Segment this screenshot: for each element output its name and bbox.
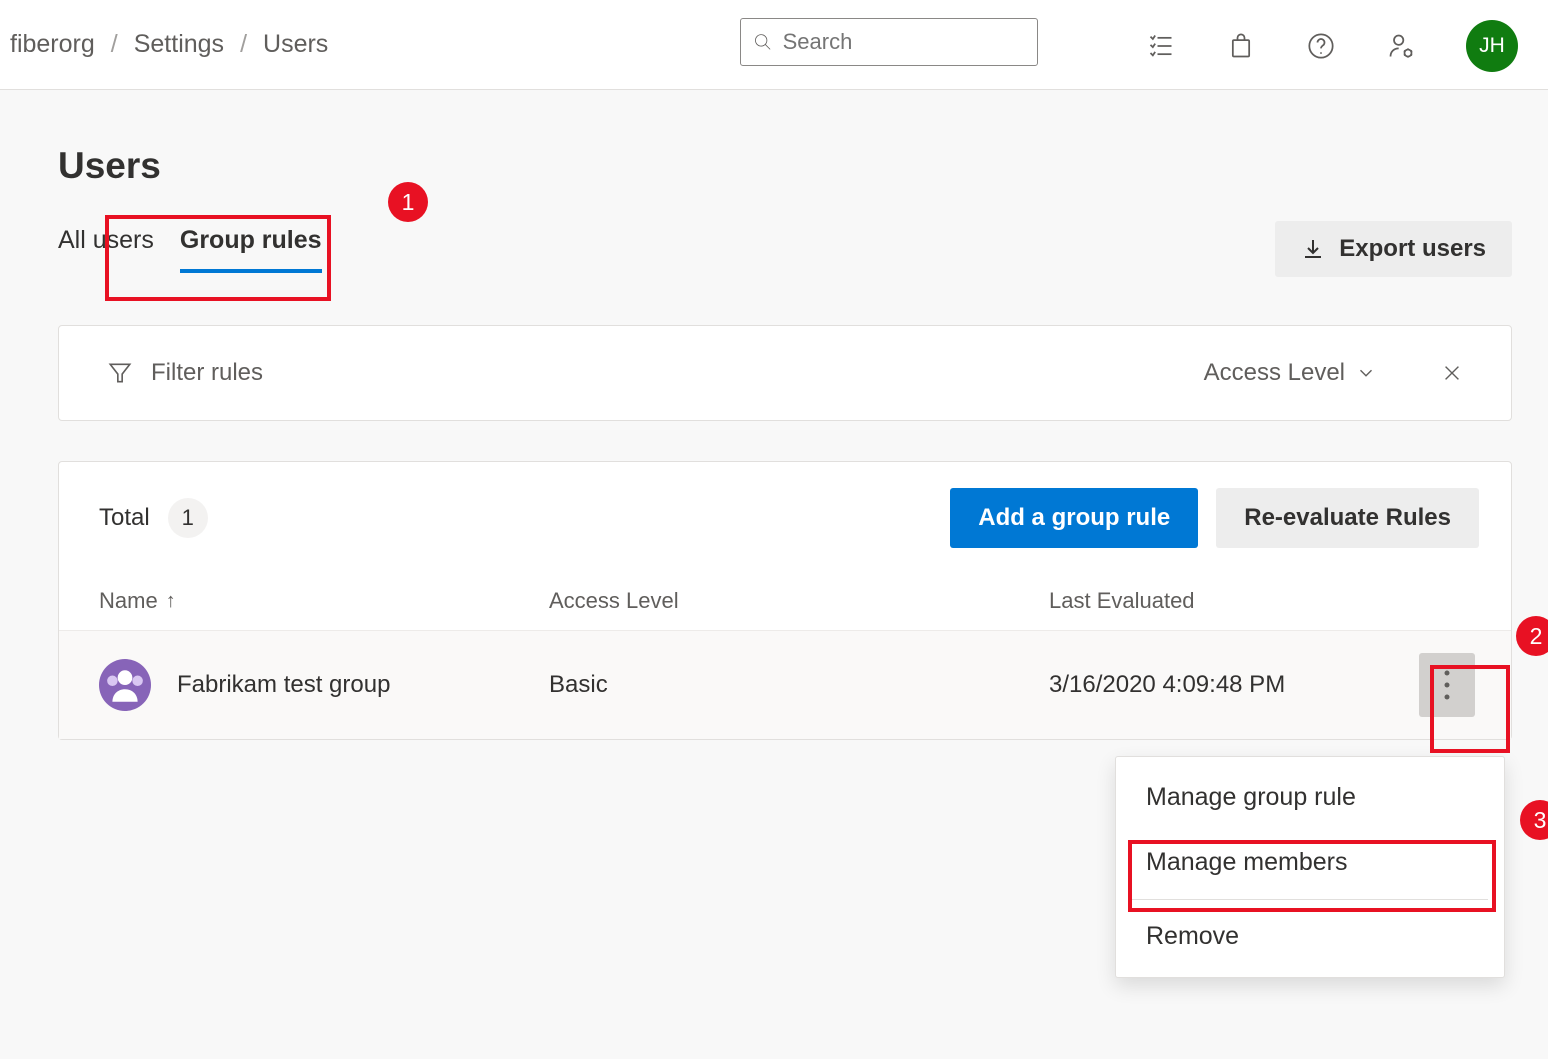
access-level-dropdown[interactable]: Access Level xyxy=(1204,359,1377,387)
filter-input[interactable]: Filter rules xyxy=(107,359,263,387)
filter-icon xyxy=(107,360,133,386)
more-actions-button[interactable] xyxy=(1419,653,1475,717)
column-access-level[interactable]: Access Level xyxy=(549,588,1049,614)
row-access: Basic xyxy=(549,671,1049,699)
annotation-badge-3: 3 xyxy=(1520,800,1548,840)
list-icon[interactable] xyxy=(1146,31,1176,61)
user-settings-icon[interactable] xyxy=(1386,31,1416,61)
menu-manage-members[interactable]: Manage members xyxy=(1116,830,1504,895)
close-icon[interactable] xyxy=(1441,362,1463,384)
access-level-label: Access Level xyxy=(1204,359,1345,387)
add-group-rule-button[interactable]: Add a group rule xyxy=(950,488,1198,548)
top-header: fiberorg / Settings / Users JH xyxy=(0,0,1548,90)
menu-separator xyxy=(1132,899,1488,900)
export-users-label: Export users xyxy=(1339,235,1486,263)
search-box[interactable] xyxy=(740,18,1038,66)
menu-remove[interactable]: Remove xyxy=(1116,904,1504,969)
breadcrumb-users[interactable]: Users xyxy=(263,30,328,59)
breadcrumb-sep: / xyxy=(111,30,118,59)
help-icon[interactable] xyxy=(1306,31,1336,61)
search-input[interactable] xyxy=(783,29,1025,55)
filter-placeholder: Filter rules xyxy=(151,359,263,387)
column-name[interactable]: Name ↑ xyxy=(99,588,549,614)
group-icon xyxy=(99,659,151,711)
tab-all-users[interactable]: All users xyxy=(58,226,154,273)
card-header: Total 1 Add a group rule Re-evaluate Rul… xyxy=(59,462,1511,558)
breadcrumb-org[interactable]: fiberorg xyxy=(10,30,95,59)
header-icons: JH xyxy=(1146,20,1518,72)
breadcrumb-settings[interactable]: Settings xyxy=(134,30,224,59)
table-row[interactable]: Fabrikam test group Basic 3/16/2020 4:09… xyxy=(59,630,1511,739)
avatar[interactable]: JH xyxy=(1466,20,1518,72)
tab-group-rules[interactable]: Group rules xyxy=(180,226,322,273)
breadcrumb: fiberorg / Settings / Users xyxy=(10,30,328,59)
row-name: Fabrikam test group xyxy=(177,671,549,699)
table-card: Total 1 Add a group rule Re-evaluate Rul… xyxy=(58,461,1512,740)
reevaluate-rules-button[interactable]: Re-evaluate Rules xyxy=(1216,488,1479,548)
total: Total 1 xyxy=(99,498,208,538)
search-icon xyxy=(753,31,773,53)
export-users-button[interactable]: Export users xyxy=(1275,221,1512,277)
tabs: All users Group rules xyxy=(58,226,322,273)
chevron-down-icon xyxy=(1355,362,1377,384)
shopping-bag-icon[interactable] xyxy=(1226,31,1256,61)
total-count: 1 xyxy=(168,498,208,538)
sort-ascending-icon: ↑ xyxy=(166,590,176,613)
context-menu: Manage group rule Manage members Remove xyxy=(1115,756,1505,978)
breadcrumb-sep: / xyxy=(240,30,247,59)
content: Users All users Group rules Export users… xyxy=(0,90,1548,740)
row-last-evaluated: 3/16/2020 4:09:48 PM xyxy=(1049,671,1419,699)
download-icon xyxy=(1301,237,1325,261)
table-headers: Name ↑ Access Level Last Evaluated xyxy=(59,558,1511,630)
filter-bar: Filter rules Access Level xyxy=(58,325,1512,421)
column-last-evaluated[interactable]: Last Evaluated xyxy=(1049,588,1471,614)
total-label: Total xyxy=(99,504,150,532)
more-vertical-icon xyxy=(1443,669,1451,701)
page-title: Users xyxy=(58,145,1512,187)
menu-manage-group-rule[interactable]: Manage group rule xyxy=(1116,765,1504,830)
tabs-row: All users Group rules Export users xyxy=(58,221,1512,277)
